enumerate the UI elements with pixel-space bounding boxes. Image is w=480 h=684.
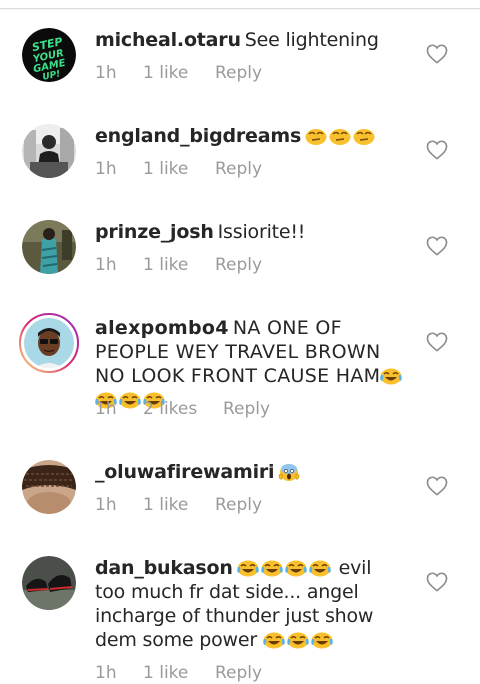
- comment-text: _oluwafirewamiri: [95, 460, 405, 484]
- heart-outline-icon[interactable]: [426, 140, 448, 160]
- face-with-tears-of-joy-icon: [284, 559, 307, 577]
- comment-time: 1h: [95, 663, 117, 683]
- comment-text: micheal.otaru See lightening: [95, 28, 405, 52]
- face-with-tears-of-joy-icon: [380, 367, 403, 385]
- comment-time: 1h: [95, 159, 117, 179]
- comment-text: dan_bukason evil too much fr dat side...…: [95, 556, 405, 652]
- heart-outline-icon[interactable]: [426, 332, 448, 352]
- comment-likes[interactable]: 1 like: [143, 662, 215, 684]
- comment-body: See lightening: [244, 29, 379, 51]
- comment-likes[interactable]: 1 like: [143, 62, 215, 84]
- comment-username[interactable]: england_bigdreams: [95, 125, 301, 147]
- comment-meta: 1h 1 like Reply: [95, 662, 262, 684]
- comment-likes[interactable]: 1 like: [143, 494, 215, 516]
- heart-outline-icon[interactable]: [426, 44, 448, 64]
- reply-button[interactable]: Reply: [223, 398, 270, 420]
- comment-time: 1h: [95, 495, 117, 515]
- face-screaming-in-fear-icon: [278, 463, 300, 481]
- comment-meta: 1h 1 like Reply: [95, 62, 262, 84]
- comment-likes[interactable]: 1 like: [143, 158, 215, 180]
- top-divider: [0, 0, 480, 9]
- comment-username[interactable]: micheal.otaru: [95, 29, 241, 51]
- comment-body: Issiorite!!: [217, 221, 306, 243]
- reply-button[interactable]: Reply: [215, 62, 262, 84]
- reply-button[interactable]: Reply: [215, 662, 262, 684]
- comment-text: prinze_josh Issiorite!!: [95, 220, 405, 244]
- comment-likes[interactable]: 1 like: [143, 254, 215, 276]
- comment-username[interactable]: _oluwafirewamiri: [95, 461, 275, 483]
- face-with-tears-of-joy-icon: [260, 559, 283, 577]
- reply-button[interactable]: Reply: [215, 158, 262, 180]
- comment-username[interactable]: dan_bukason: [95, 557, 233, 579]
- face-with-tears-of-joy-icon: [311, 631, 333, 649]
- comment-likes[interactable]: 2 likes: [143, 398, 223, 420]
- face-with-tears-of-joy-icon: [287, 631, 309, 649]
- comment-username[interactable]: prinze_josh: [95, 221, 214, 243]
- avatar[interactable]: [22, 460, 76, 514]
- face-with-tears-of-joy-icon: [263, 631, 285, 649]
- face-with-tears-of-joy-icon: [308, 559, 331, 577]
- comment-meta: 1h 2 likes Reply: [95, 398, 270, 420]
- avatar[interactable]: [19, 313, 79, 373]
- face-with-tears-of-joy-icon: [236, 559, 259, 577]
- avatar[interactable]: STEP YOUR GAME UP!: [22, 28, 76, 82]
- comment-meta: 1h 1 like Reply: [95, 494, 262, 516]
- comment-meta: 1h 1 like Reply: [95, 158, 262, 180]
- heart-outline-icon[interactable]: [426, 476, 448, 496]
- heart-outline-icon[interactable]: [426, 572, 448, 592]
- comment-text: england_bigdreams: [95, 124, 405, 148]
- avatar[interactable]: [22, 124, 76, 178]
- avatar[interactable]: [22, 556, 76, 610]
- avatar[interactable]: [22, 220, 76, 274]
- comment-time: 1h: [95, 63, 117, 83]
- comment-username[interactable]: alexpombo4: [95, 317, 229, 339]
- comment-time: 1h: [95, 255, 117, 275]
- heart-outline-icon[interactable]: [426, 236, 448, 256]
- reply-button[interactable]: Reply: [215, 254, 262, 276]
- face-with-rolling-eyes-icon: [353, 127, 375, 145]
- comment-time: 1h: [95, 399, 117, 419]
- comment-meta: 1h 1 like Reply: [95, 254, 262, 276]
- face-with-rolling-eyes-icon: [305, 127, 327, 145]
- face-with-rolling-eyes-icon: [329, 127, 351, 145]
- reply-button[interactable]: Reply: [215, 494, 262, 516]
